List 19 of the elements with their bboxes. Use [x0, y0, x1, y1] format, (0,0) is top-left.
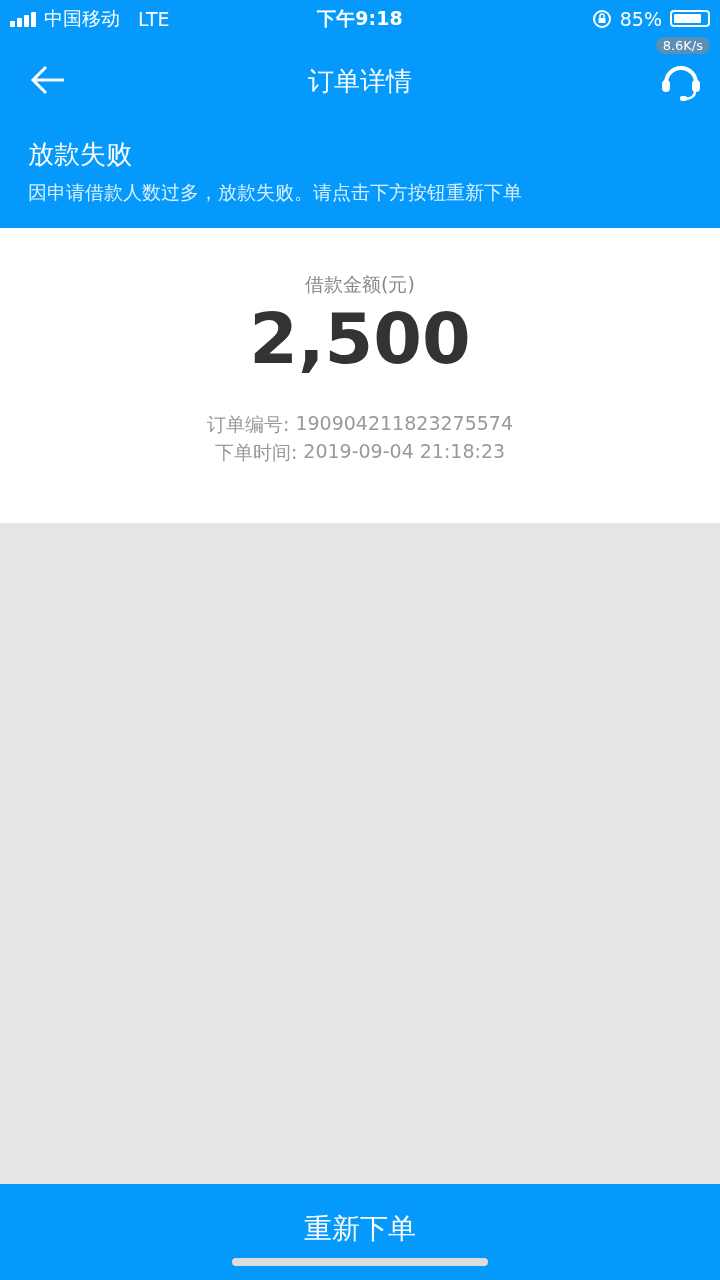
signal-icon — [10, 10, 38, 27]
carrier-name: 中国移动 — [44, 5, 120, 31]
battery-percent: 85% — [619, 7, 662, 30]
back-arrow-icon[interactable] — [30, 65, 66, 95]
net-speed-badge: 8.6K/s — [655, 37, 710, 54]
detail-value: 190904211823275574 — [295, 412, 513, 436]
rotation-lock-icon — [591, 8, 612, 29]
detail-label: 下单时间: — [214, 440, 298, 465]
battery-icon — [670, 10, 710, 27]
amount-label: 借款金额(元) — [305, 272, 415, 297]
amount-value: 2,500 — [249, 304, 471, 374]
detail-label: 订单编号: — [207, 412, 290, 437]
reorder-button[interactable]: 重新下单 — [0, 1184, 720, 1280]
network-type: LTE — [138, 7, 170, 30]
status-title: 放款失败 — [28, 138, 133, 171]
status-time: 下午9:18 — [317, 5, 403, 31]
detail-value: 2019-09-04 21:18:23 — [303, 440, 506, 464]
page-title: 订单详情 — [308, 64, 412, 98]
status-message: 因申请借款人数过多，放款失败。请点击下方按钮重新下单 — [28, 180, 523, 205]
